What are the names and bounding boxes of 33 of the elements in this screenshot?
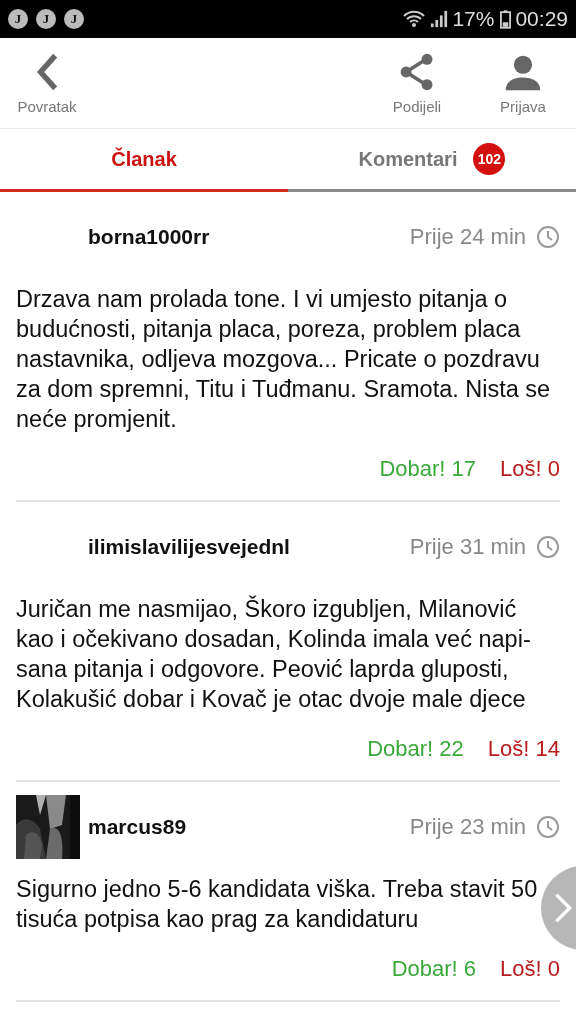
comment-time: Prije 24 min xyxy=(409,224,526,250)
chevron-right-icon xyxy=(553,891,573,925)
comment-text: Drzava nam prolada tone. I vi umjesto pitanja o budućnosti, pitanja placa, poreza, problem placa nastavnika, odljeva mozgova... Pricate o pozdravu za dom spremni, Titu i Tuđmanu. Sramota. Nista se neće promjenit. xyxy=(16,285,552,434)
dislike-button[interactable]: Loš! 14 xyxy=(487,736,560,762)
wifi-icon xyxy=(402,9,427,29)
share-button[interactable]: Podijeli xyxy=(364,38,470,128)
login-button[interactable]: Prijava xyxy=(470,38,576,128)
tab[interactable]: Komentari 102 xyxy=(288,129,576,192)
back-button[interactable]: Povratak xyxy=(0,38,94,128)
clock-icon xyxy=(536,225,560,249)
dislike-button[interactable]: Loš! 0 xyxy=(500,456,560,482)
tab[interactable]: Članak xyxy=(0,129,288,192)
notification-icon: J xyxy=(36,9,56,29)
like-button[interactable]: Dobar! 6 xyxy=(391,956,477,982)
comment-time: Prije 31 min xyxy=(409,534,526,560)
comment-text: Sigurno jedno 5-6 kandidata viška. Treba stavit 50 tisuća potpisa kao prag za kandidaturu xyxy=(16,875,539,934)
username[interactable]: borna1000rr xyxy=(88,225,410,249)
dislike-button[interactable]: Loš! 0 xyxy=(500,956,560,982)
clock: 00:29 xyxy=(515,7,568,31)
like-button[interactable]: Dobar! 17 xyxy=(379,456,477,482)
battery-icon xyxy=(500,9,512,29)
clock-icon xyxy=(536,535,560,559)
comment-text: Juričan me nasmijao, Škoro izgubljen, Milanović kao i očekivano dosadan, Kolinda imala već napi-sana pitanja i odgovore. Peović laprda gluposti, Kolakušić dobar i Kovač je otac dvoje male djece xyxy=(16,594,532,714)
battery-percent: 17% xyxy=(452,7,495,31)
notification-icon: J xyxy=(8,9,28,29)
like-button[interactable]: Dobar! 22 xyxy=(367,736,464,762)
username[interactable]: ilimislavilijesvejednl xyxy=(88,535,410,559)
signal-icon xyxy=(430,10,449,28)
notification-icon: J xyxy=(64,9,84,29)
comment-time: Prije 23 min xyxy=(409,814,526,840)
clock-icon xyxy=(536,815,560,839)
count-badge: 102 xyxy=(473,143,506,175)
username[interactable]: marcus89 xyxy=(88,815,410,839)
